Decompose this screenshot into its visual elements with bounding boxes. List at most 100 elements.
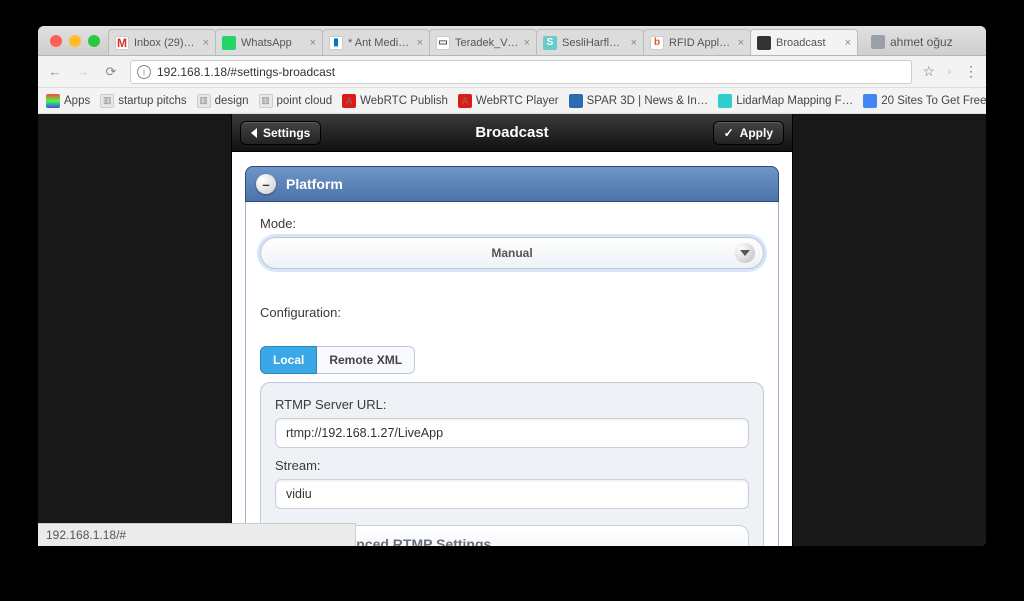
section-title: Platform xyxy=(286,176,343,192)
tab-rfid[interactable]: b RFID Applications × xyxy=(643,29,751,55)
window-controls[interactable] xyxy=(50,35,100,47)
close-tab-icon[interactable]: × xyxy=(310,37,316,49)
folder-icon: ▥ xyxy=(259,94,273,108)
tab-label: * Ant Media | Trell xyxy=(348,37,412,49)
bm-label: Apps xyxy=(64,95,90,107)
tab-gmail[interactable]: M Inbox (29) - ahme × xyxy=(108,29,216,55)
close-tab-icon[interactable]: × xyxy=(524,37,530,49)
tab-broadcast[interactable]: Broadcast × xyxy=(750,29,858,55)
person-icon xyxy=(871,35,885,49)
folder-icon: ▥ xyxy=(100,94,114,108)
bm-label: WebRTC Publish xyxy=(360,95,448,107)
bm-folder-design[interactable]: ▥design xyxy=(197,94,249,108)
close-tab-icon[interactable]: × xyxy=(631,37,637,49)
tab-label: Inbox (29) - ahme xyxy=(134,37,198,49)
bm-label: design xyxy=(215,95,249,107)
back-label: Settings xyxy=(263,126,310,140)
apps-icon xyxy=(46,94,60,108)
config-panel: RTMP Server URL: Stream: + Advanced RTMP… xyxy=(260,382,764,546)
minimize-window-icon[interactable] xyxy=(69,35,81,47)
platform-section-header[interactable]: – Platform xyxy=(245,166,779,202)
chrome-profile[interactable]: ahmet oğuz xyxy=(857,29,967,55)
check-icon: ✓ xyxy=(724,126,734,140)
site-icon xyxy=(569,94,583,108)
bm-label: SPAR 3D | News & In… xyxy=(587,95,709,107)
tab-local[interactable]: Local xyxy=(260,346,317,374)
tab-label: SesliHarfler Adver xyxy=(562,37,626,49)
bm-label: startup pitchs xyxy=(118,95,186,107)
tab-remote-xml[interactable]: Remote XML xyxy=(317,346,415,374)
forward-button[interactable]: → xyxy=(74,64,92,79)
close-window-icon[interactable] xyxy=(50,35,62,47)
nav-bar: ← → ⟳ i 192.168.1.18/#settings-broadcast… xyxy=(38,56,986,88)
close-tab-icon[interactable]: × xyxy=(417,37,423,49)
mode-label: Mode: xyxy=(260,216,764,231)
bm-label: LidarMap Mapping F… xyxy=(736,95,853,107)
trello-icon: ▮ xyxy=(329,36,343,50)
bm-label: WebRTC Player xyxy=(476,95,559,107)
configuration-label: Configuration: xyxy=(260,305,764,320)
page-icon: ▭ xyxy=(436,36,450,50)
vidiu-page: Settings Broadcast ✓ Apply – Platform Mo… xyxy=(231,114,793,546)
vidiu-icon xyxy=(757,36,771,50)
bm-webrtc-player[interactable]: AWebRTC Player xyxy=(458,94,559,108)
bm-folder-startup[interactable]: ▥ startup pitchs xyxy=(100,94,186,108)
toolbar-icons: ☆ ◦ ⋮ xyxy=(922,63,978,80)
site-icon xyxy=(863,94,877,108)
chevron-left-icon xyxy=(251,128,257,138)
collapse-icon[interactable]: – xyxy=(256,174,276,194)
star-icon[interactable]: ☆ xyxy=(922,63,935,80)
page-header: Settings Broadcast ✓ Apply xyxy=(232,114,792,152)
site-icon: S xyxy=(543,36,557,50)
tab-label: RFID Applications xyxy=(669,37,733,49)
apply-label: Apply xyxy=(740,126,773,140)
tab-strip: M Inbox (29) - ahme × WhatsApp × ▮ * Ant… xyxy=(38,26,986,56)
address-bar[interactable]: i 192.168.1.18/#settings-broadcast xyxy=(130,60,912,84)
tab-sesliharfler[interactable]: S SesliHarfler Adver × xyxy=(536,29,644,55)
mode-value: Manual xyxy=(491,246,532,260)
reload-button[interactable]: ⟳ xyxy=(102,64,120,80)
gmail-icon: M xyxy=(115,36,129,50)
site-info-icon[interactable]: i xyxy=(137,65,151,79)
browser-window: M Inbox (29) - ahme × WhatsApp × ▮ * Ant… xyxy=(38,26,986,546)
bm-20sites[interactable]: 20 Sites To Get Free… xyxy=(863,94,986,108)
site-icon xyxy=(718,94,732,108)
chevron-down-icon xyxy=(735,243,755,263)
panel-wrap: – Platform Mode: Manual Configuration: L… xyxy=(232,152,792,546)
zoom-window-icon[interactable] xyxy=(88,35,100,47)
back-button[interactable]: ← xyxy=(46,64,64,79)
tab-label: Broadcast xyxy=(776,37,840,49)
close-tab-icon[interactable]: × xyxy=(203,37,209,49)
tab-trello[interactable]: ▮ * Ant Media | Trell × xyxy=(322,29,430,55)
apps-shortcut[interactable]: Apps xyxy=(46,94,90,108)
close-tab-icon[interactable]: × xyxy=(845,37,851,49)
tab-teradek[interactable]: ▭ Teradek_VidiU_Pro × xyxy=(429,29,537,55)
bm-folder-pointcloud[interactable]: ▥ point cloud xyxy=(259,94,333,108)
menu-icon[interactable]: ⋮ xyxy=(964,63,978,80)
tab-label: WhatsApp xyxy=(241,37,305,49)
angular-icon: A xyxy=(342,94,356,108)
mode-select[interactable]: Manual xyxy=(260,237,764,269)
status-bar: 192.168.1.18/# xyxy=(38,523,356,546)
hover-link: 192.168.1.18/# xyxy=(46,528,126,542)
apply-button[interactable]: ✓ Apply xyxy=(713,121,784,145)
extension-icon[interactable]: ◦ xyxy=(947,63,952,80)
close-tab-icon[interactable]: × xyxy=(738,37,744,49)
bm-label: point cloud xyxy=(277,95,333,107)
rtmp-url-input[interactable] xyxy=(275,418,749,448)
profile-name: ahmet oğuz xyxy=(890,35,953,49)
config-tabs: Local Remote XML xyxy=(260,346,764,374)
tab-label: Teradek_VidiU_Pro xyxy=(455,37,519,49)
bm-spar3d[interactable]: SPAR 3D | News & In… xyxy=(569,94,709,108)
tab-whatsapp[interactable]: WhatsApp × xyxy=(215,29,323,55)
bm-label: 20 Sites To Get Free… xyxy=(881,95,986,107)
stream-label: Stream: xyxy=(275,458,749,473)
back-to-settings-button[interactable]: Settings xyxy=(240,121,321,145)
page-viewport: Settings Broadcast ✓ Apply – Platform Mo… xyxy=(38,114,986,546)
bm-webrtc-publish[interactable]: A WebRTC Publish xyxy=(342,94,448,108)
whatsapp-icon xyxy=(222,36,236,50)
platform-section-body: Mode: Manual Configuration: Local Remote… xyxy=(245,202,779,546)
stream-input[interactable] xyxy=(275,479,749,509)
rtmp-url-label: RTMP Server URL: xyxy=(275,397,749,412)
bm-lidarmap[interactable]: LidarMap Mapping F… xyxy=(718,94,853,108)
